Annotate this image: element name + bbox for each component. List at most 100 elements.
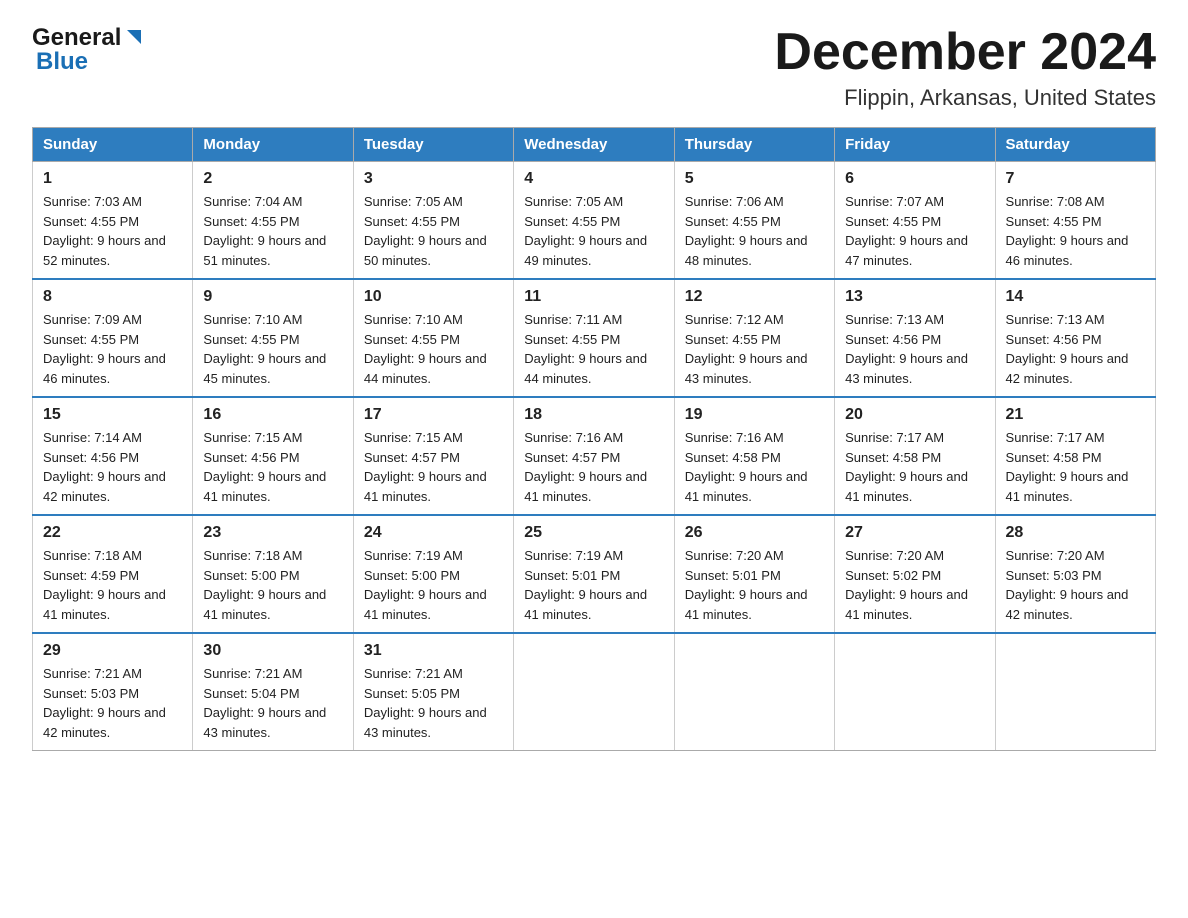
- table-row: 28 Sunrise: 7:20 AMSunset: 5:03 PMDayligh…: [995, 515, 1155, 633]
- day-number: 23: [203, 524, 342, 542]
- table-row: 2 Sunrise: 7:04 AMSunset: 4:55 PMDaylight…: [193, 162, 353, 280]
- day-info: Sunrise: 7:13 AMSunset: 4:56 PMDaylight:…: [845, 312, 968, 386]
- table-row: 14Sunrise: 7:13 AMSunset: 4:56 PMDayligh…: [995, 279, 1155, 397]
- day-number: 3: [364, 170, 503, 188]
- calendar-week-row: 15 Sunrise: 7:14 AMSunset: 4:56 PMDayligh…: [33, 397, 1156, 515]
- day-number: 6: [845, 170, 984, 188]
- day-number: 13: [845, 288, 984, 306]
- day-info: Sunrise: 7:21 AMSunset: 5:05 PMDaylight:…: [364, 666, 487, 740]
- col-friday: Friday: [835, 128, 995, 162]
- table-row: 25 Sunrise: 7:19 AMSunset: 5:01 PMDayligh…: [514, 515, 674, 633]
- col-monday: Monday: [193, 128, 353, 162]
- day-info: Sunrise: 7:18 AMSunset: 4:59 PMDaylight:…: [43, 548, 166, 622]
- table-row: 7 Sunrise: 7:08 AMSunset: 4:55 PMDaylight…: [995, 162, 1155, 280]
- logo-blue-text: Blue: [36, 48, 88, 76]
- day-info: Sunrise: 7:17 AMSunset: 4:58 PMDaylight:…: [1006, 430, 1129, 504]
- day-info: Sunrise: 7:16 AMSunset: 4:58 PMDaylight:…: [685, 430, 808, 504]
- table-row: 13 Sunrise: 7:13 AMSunset: 4:56 PMDayligh…: [835, 279, 995, 397]
- day-info: Sunrise: 7:12 AMSunset: 4:55 PMDaylight:…: [685, 312, 808, 386]
- day-number: 27: [845, 524, 984, 542]
- table-row: 19 Sunrise: 7:16 AMSunset: 4:58 PMDayligh…: [674, 397, 834, 515]
- day-info: Sunrise: 7:03 AMSunset: 4:55 PMDaylight:…: [43, 194, 166, 268]
- logo: General Blue: [32, 24, 145, 76]
- day-info: Sunrise: 7:20 AMSunset: 5:02 PMDaylight:…: [845, 548, 968, 622]
- day-info: Sunrise: 7:10 AMSunset: 4:55 PMDaylight:…: [364, 312, 487, 386]
- table-row: 24 Sunrise: 7:19 AMSunset: 5:00 PMDayligh…: [353, 515, 513, 633]
- day-info: Sunrise: 7:10 AMSunset: 4:55 PMDaylight:…: [203, 312, 326, 386]
- day-number: 7: [1006, 170, 1145, 188]
- table-row: 18Sunrise: 7:16 AMSunset: 4:57 PMDayligh…: [514, 397, 674, 515]
- day-info: Sunrise: 7:14 AMSunset: 4:56 PMDaylight:…: [43, 430, 166, 504]
- day-info: Sunrise: 7:17 AMSunset: 4:58 PMDaylight:…: [845, 430, 968, 504]
- table-row: 23 Sunrise: 7:18 AMSunset: 5:00 PMDayligh…: [193, 515, 353, 633]
- table-row: 10 Sunrise: 7:10 AMSunset: 4:55 PMDayligh…: [353, 279, 513, 397]
- day-number: 22: [43, 524, 182, 542]
- calendar-week-row: 29 Sunrise: 7:21 AMSunset: 5:03 PMDayligh…: [33, 633, 1156, 751]
- col-saturday: Saturday: [995, 128, 1155, 162]
- day-info: Sunrise: 7:11 AMSunset: 4:55 PMDaylight:…: [524, 312, 647, 386]
- table-row: 27 Sunrise: 7:20 AMSunset: 5:02 PMDayligh…: [835, 515, 995, 633]
- col-wednesday: Wednesday: [514, 128, 674, 162]
- day-info: Sunrise: 7:04 AMSunset: 4:55 PMDaylight:…: [203, 194, 326, 268]
- table-row: 3 Sunrise: 7:05 AMSunset: 4:55 PMDaylight…: [353, 162, 513, 280]
- table-row: [995, 633, 1155, 751]
- day-info: Sunrise: 7:16 AMSunset: 4:57 PMDaylight:…: [524, 430, 647, 504]
- table-row: 5Sunrise: 7:06 AMSunset: 4:55 PMDaylight…: [674, 162, 834, 280]
- table-row: 29 Sunrise: 7:21 AMSunset: 5:03 PMDayligh…: [33, 633, 193, 751]
- calendar-week-row: 8 Sunrise: 7:09 AMSunset: 4:55 PMDaylight…: [33, 279, 1156, 397]
- table-row: 11 Sunrise: 7:11 AMSunset: 4:55 PMDayligh…: [514, 279, 674, 397]
- day-info: Sunrise: 7:08 AMSunset: 4:55 PMDaylight:…: [1006, 194, 1129, 268]
- table-row: 17Sunrise: 7:15 AMSunset: 4:57 PMDayligh…: [353, 397, 513, 515]
- col-tuesday: Tuesday: [353, 128, 513, 162]
- table-row: 31Sunrise: 7:21 AMSunset: 5:05 PMDayligh…: [353, 633, 513, 751]
- table-row: 4Sunrise: 7:05 AMSunset: 4:55 PMDaylight…: [514, 162, 674, 280]
- day-info: Sunrise: 7:06 AMSunset: 4:55 PMDaylight:…: [685, 194, 808, 268]
- day-number: 26: [685, 524, 824, 542]
- calendar-table: Sunday Monday Tuesday Wednesday Thursday…: [32, 127, 1156, 751]
- day-number: 15: [43, 406, 182, 424]
- day-info: Sunrise: 7:19 AMSunset: 5:01 PMDaylight:…: [524, 548, 647, 622]
- logo-triangle-icon: [123, 26, 145, 48]
- day-info: Sunrise: 7:18 AMSunset: 5:00 PMDaylight:…: [203, 548, 326, 622]
- day-info: Sunrise: 7:07 AMSunset: 4:55 PMDaylight:…: [845, 194, 968, 268]
- table-row: 8 Sunrise: 7:09 AMSunset: 4:55 PMDaylight…: [33, 279, 193, 397]
- calendar-header-row: Sunday Monday Tuesday Wednesday Thursday…: [33, 128, 1156, 162]
- table-row: [514, 633, 674, 751]
- day-info: Sunrise: 7:05 AMSunset: 4:55 PMDaylight:…: [364, 194, 487, 268]
- table-row: [835, 633, 995, 751]
- col-thursday: Thursday: [674, 128, 834, 162]
- table-row: 12 Sunrise: 7:12 AMSunset: 4:55 PMDayligh…: [674, 279, 834, 397]
- day-info: Sunrise: 7:09 AMSunset: 4:55 PMDaylight:…: [43, 312, 166, 386]
- table-row: 15 Sunrise: 7:14 AMSunset: 4:56 PMDayligh…: [33, 397, 193, 515]
- day-number: 14: [1006, 288, 1145, 306]
- table-row: 16 Sunrise: 7:15 AMSunset: 4:56 PMDayligh…: [193, 397, 353, 515]
- day-number: 28: [1006, 524, 1145, 542]
- day-number: 9: [203, 288, 342, 306]
- day-info: Sunrise: 7:20 AMSunset: 5:03 PMDaylight:…: [1006, 548, 1129, 622]
- day-number: 8: [43, 288, 182, 306]
- day-number: 1: [43, 170, 182, 188]
- day-info: Sunrise: 7:21 AMSunset: 5:03 PMDaylight:…: [43, 666, 166, 740]
- day-info: Sunrise: 7:20 AMSunset: 5:01 PMDaylight:…: [685, 548, 808, 622]
- day-number: 21: [1006, 406, 1145, 424]
- day-number: 29: [43, 642, 182, 660]
- day-number: 11: [524, 288, 663, 306]
- day-info: Sunrise: 7:15 AMSunset: 4:56 PMDaylight:…: [203, 430, 326, 504]
- day-number: 16: [203, 406, 342, 424]
- day-number: 10: [364, 288, 503, 306]
- table-row: 20Sunrise: 7:17 AMSunset: 4:58 PMDayligh…: [835, 397, 995, 515]
- table-row: 1 Sunrise: 7:03 AMSunset: 4:55 PMDaylight…: [33, 162, 193, 280]
- day-number: 19: [685, 406, 824, 424]
- title-block: December 2024 Flippin, Arkansas, United …: [774, 24, 1156, 111]
- page-title: December 2024: [774, 24, 1156, 81]
- calendar-week-row: 22 Sunrise: 7:18 AMSunset: 4:59 PMDayligh…: [33, 515, 1156, 633]
- table-row: 30Sunrise: 7:21 AMSunset: 5:04 PMDayligh…: [193, 633, 353, 751]
- day-info: Sunrise: 7:19 AMSunset: 5:00 PMDaylight:…: [364, 548, 487, 622]
- table-row: [674, 633, 834, 751]
- day-number: 25: [524, 524, 663, 542]
- day-number: 12: [685, 288, 824, 306]
- day-number: 24: [364, 524, 503, 542]
- table-row: 9 Sunrise: 7:10 AMSunset: 4:55 PMDaylight…: [193, 279, 353, 397]
- day-number: 2: [203, 170, 342, 188]
- day-info: Sunrise: 7:21 AMSunset: 5:04 PMDaylight:…: [203, 666, 326, 740]
